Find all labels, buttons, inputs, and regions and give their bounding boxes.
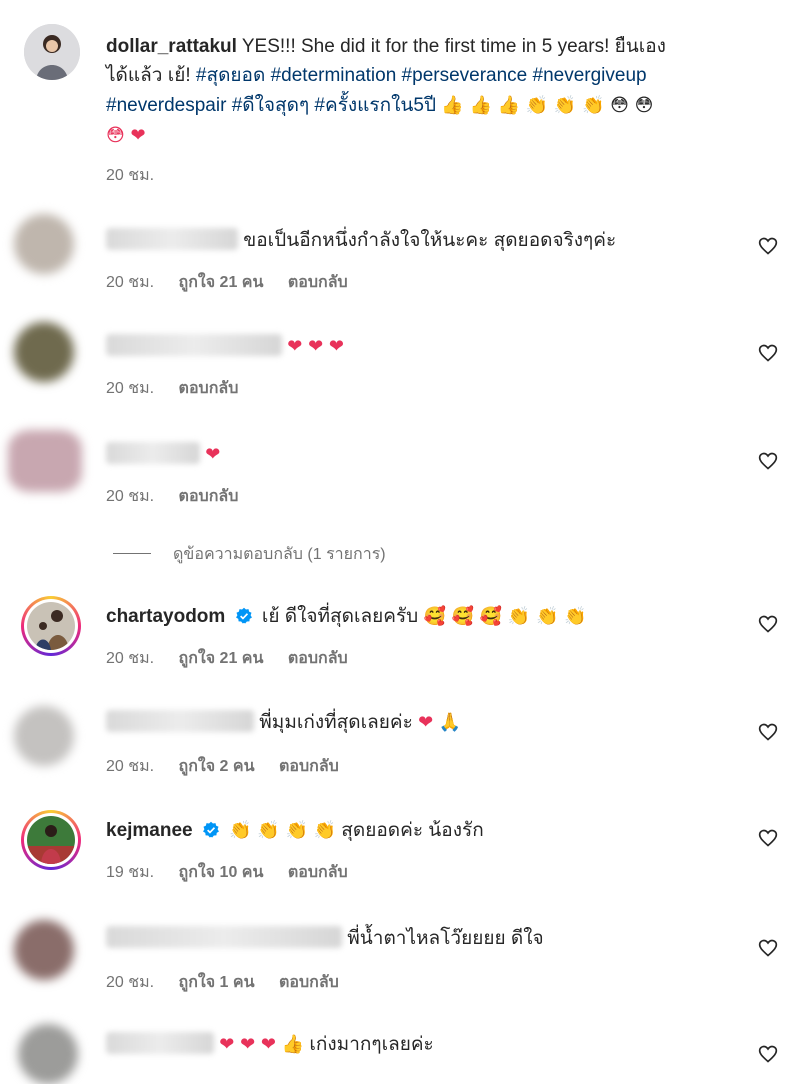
caption-emojis: 😳 ❤: [106, 125, 146, 146]
timestamp[interactable]: 20 ชม.: [106, 758, 154, 775]
reply-button[interactable]: ตอบกลับ: [288, 650, 348, 667]
like-count[interactable]: ถูกใจ 21 คน: [179, 650, 264, 667]
comment-text: พี่น้ำตาไหลโว๊ยยยย ดีใจ: [347, 928, 544, 949]
timestamp[interactable]: 20 ชม.: [106, 380, 154, 397]
comment-text: ❤: [205, 444, 221, 465]
like-heart-icon[interactable]: [758, 722, 778, 742]
reply-button[interactable]: ตอบกลับ: [179, 488, 239, 505]
timestamp[interactable]: 20 ชม.: [106, 167, 154, 184]
caption-text-cont: ได้แล้ว เย้!: [106, 65, 196, 86]
caption-hashtags[interactable]: #สุดยอด #determination #perseverance #ne…: [196, 65, 647, 86]
reply-button[interactable]: ตอบกลับ: [179, 380, 239, 397]
timestamp[interactable]: 20 ชม.: [106, 650, 154, 667]
comment-username[interactable]: kejmanee: [106, 820, 193, 841]
username-blurred[interactable]: [106, 926, 342, 948]
reply-button[interactable]: ตอบกลับ: [288, 864, 348, 881]
like-heart-icon[interactable]: [758, 343, 778, 363]
avatar[interactable]: [14, 214, 74, 274]
caption-meta: 20 ชม.: [106, 163, 174, 188]
like-heart-icon[interactable]: [758, 614, 778, 634]
avatar[interactable]: [14, 706, 74, 766]
like-count[interactable]: ถูกใจ 21 คน: [179, 274, 264, 291]
caption-hashtags[interactable]: #neverdespair #ดีใจสุดๆ #ครั้งแรกใน5ปี: [106, 95, 436, 116]
username-blurred[interactable]: [106, 442, 200, 464]
username-blurred[interactable]: [106, 228, 238, 250]
reply-button[interactable]: ตอบกลับ: [288, 274, 348, 291]
comment-emojis: ❤ 🙏: [418, 712, 462, 733]
avatar[interactable]: [18, 1024, 78, 1084]
username-blurred[interactable]: [106, 334, 282, 356]
avatar[interactable]: [14, 322, 74, 382]
comment-emojis: ❤ ❤ ❤ 👍: [219, 1034, 305, 1055]
like-heart-icon[interactable]: [758, 236, 778, 256]
like-heart-icon[interactable]: [758, 828, 778, 848]
comment-username[interactable]: chartayodom: [106, 606, 225, 627]
comment-text: เย้ ดีใจที่สุดเลยครับ: [261, 606, 419, 627]
avatar[interactable]: [21, 810, 81, 870]
comment-emojis: 👏 👏 👏 👏: [229, 820, 337, 841]
like-count[interactable]: ถูกใจ 2 คน: [179, 758, 255, 775]
view-replies-label: ดูข้อความตอบกลับ (1 รายการ): [173, 546, 386, 563]
timestamp[interactable]: 20 ชม.: [106, 488, 154, 505]
timestamp[interactable]: 19 ชม.: [106, 864, 154, 881]
divider: [113, 553, 151, 554]
reply-button[interactable]: ตอบกลับ: [279, 758, 339, 775]
comment-text: ❤ ❤ ❤: [287, 336, 344, 357]
username-blurred[interactable]: [106, 710, 254, 732]
verified-badge-icon: [202, 821, 219, 838]
comment-text: ขอเป็นอีกหนึ่งกำลังใจให้นะคะ สุดยอดจริงๆ…: [243, 230, 617, 251]
caption: dollar_rattakul YES!!! She did it for th…: [0, 0, 800, 190]
caption-text: YES!!! She did it for the first time in …: [241, 36, 666, 57]
caption-emojis: 👍 👍 👍 👏 👏 👏 😳 😳: [441, 95, 654, 116]
reply-button[interactable]: ตอบกลับ: [279, 974, 339, 991]
avatar[interactable]: [24, 24, 80, 80]
comment-text: สุดยอดค่ะ น้องรัก: [341, 820, 484, 841]
view-replies-button[interactable]: ดูข้อความตอบกลับ (1 รายการ): [113, 542, 386, 567]
avatar[interactable]: [8, 430, 82, 492]
like-heart-icon[interactable]: [758, 938, 778, 958]
timestamp[interactable]: 20 ชม.: [106, 274, 154, 291]
verified-badge-icon: [235, 607, 252, 624]
comment-text: พี่มุมเก่งที่สุดเลยค่ะ: [259, 712, 413, 733]
like-count[interactable]: ถูกใจ 1 คน: [179, 974, 255, 991]
username-blurred[interactable]: [106, 1032, 214, 1054]
like-count[interactable]: ถูกใจ 10 คน: [179, 864, 264, 881]
avatar[interactable]: [14, 920, 74, 980]
like-heart-icon[interactable]: [758, 1044, 778, 1064]
avatar[interactable]: [21, 596, 81, 656]
timestamp[interactable]: 20 ชม.: [106, 974, 154, 991]
comment-text: เก่งมากๆเลยค่ะ: [309, 1034, 434, 1055]
comment-emojis: 🥰 🥰 🥰 👏 👏 👏: [423, 606, 587, 627]
caption-username[interactable]: dollar_rattakul: [106, 36, 237, 57]
like-heart-icon[interactable]: [758, 451, 778, 471]
